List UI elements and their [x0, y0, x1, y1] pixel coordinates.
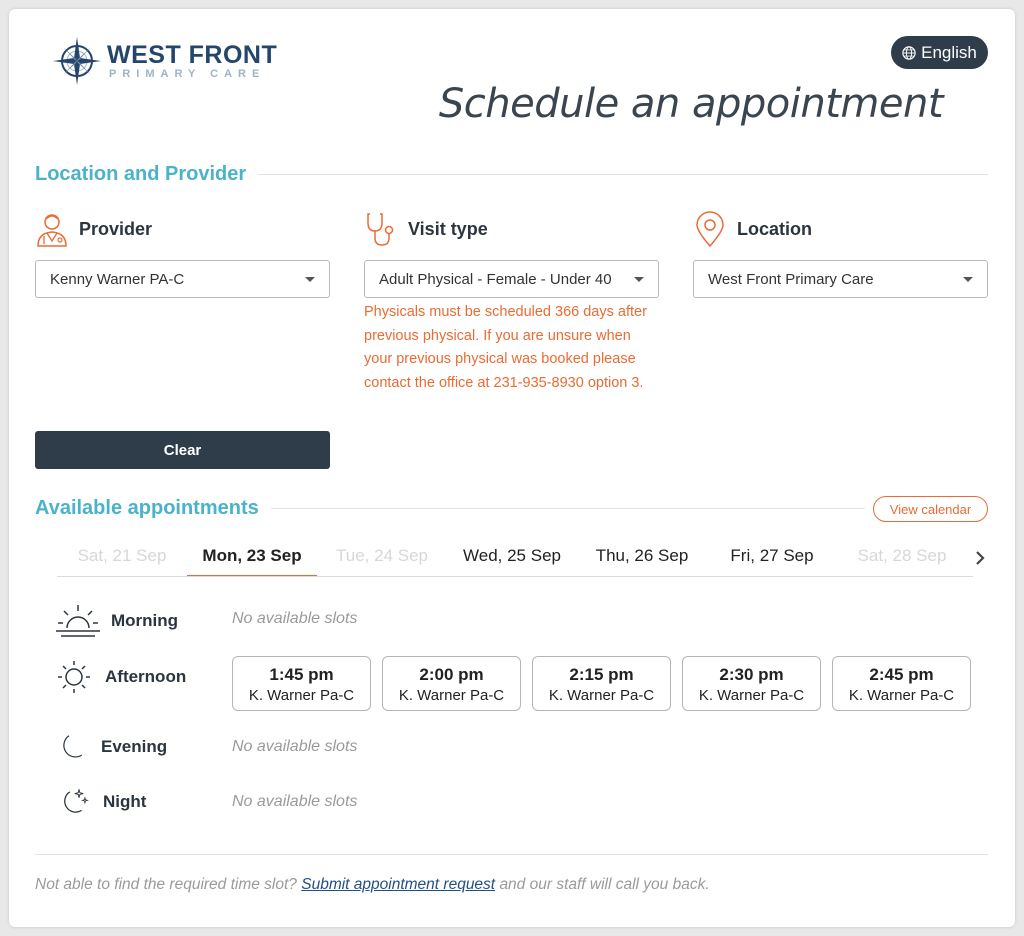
provider-select[interactable]: Kenny Warner PA-C	[35, 260, 330, 298]
day-tab[interactable]: Thu, 26 Sep	[577, 539, 707, 577]
compass-rose-icon	[53, 37, 101, 85]
globe-icon	[902, 45, 916, 60]
day-tab[interactable]: Fri, 27 Sep	[707, 539, 837, 577]
slot-time: 2:15 pm	[569, 665, 634, 684]
day-tab: Tue, 24 Sep	[336, 546, 428, 565]
slot-provider: K. Warner Pa-C	[248, 687, 355, 704]
divider	[35, 854, 988, 855]
time-slot-button[interactable]: 2:15 pm K. Warner Pa-C	[532, 656, 671, 711]
provider-value: Kenny Warner PA-C	[50, 270, 185, 288]
evening-row: Evening	[53, 727, 167, 767]
section-title: Available appointments	[35, 497, 259, 519]
period-label: Night	[103, 792, 147, 811]
period-label: Evening	[101, 737, 168, 756]
chevron-down-icon	[305, 276, 315, 282]
location-label: Location	[737, 218, 812, 239]
slot-provider: K. Warner Pa-C	[848, 687, 955, 704]
language-label: English	[921, 42, 977, 62]
tabs-divider	[57, 576, 973, 577]
chevron-down-icon	[634, 276, 644, 282]
slot-provider: K. Warner Pa-C	[398, 687, 505, 704]
day-tab[interactable]: Wed, 25 Sep	[447, 539, 577, 577]
period-label: Morning	[111, 611, 179, 630]
visit-type-select[interactable]: Adult Physical - Female - Under 40	[364, 260, 659, 298]
location-provider-header: Location and Provider	[35, 163, 988, 186]
visit-type-label: Visit type	[408, 218, 488, 239]
night-row: Night	[53, 782, 146, 822]
slot-time: 2:45 pm	[869, 665, 934, 684]
day-tabs: Sat, 21 Sep Mon, 23 Sep Tue, 24 Sep Wed,…	[57, 539, 995, 577]
doctor-icon	[37, 214, 67, 247]
period-label: Afternoon	[105, 667, 187, 686]
afternoon-row: Afternoon	[53, 657, 186, 697]
sunrise-icon	[56, 605, 100, 637]
brand-name: WEST FRONT	[107, 41, 278, 69]
moon-stars-icon	[64, 789, 89, 813]
divider	[270, 508, 865, 509]
evening-empty-text: No available slots	[232, 738, 358, 755]
slot-time: 1:45 pm	[269, 665, 334, 684]
location-value: West Front Primary Care	[708, 270, 874, 288]
map-pin-icon	[696, 211, 724, 247]
scheduler-card: WEST FRONT PRIMARY CARE English Schedule…	[9, 9, 1015, 927]
location-field: Location West Front Primary Care	[693, 210, 988, 298]
night-empty-text: No available slots	[232, 793, 358, 810]
time-slot-button[interactable]: 2:45 pm K. Warner Pa-C	[832, 656, 971, 711]
language-button[interactable]: English	[891, 36, 988, 69]
appointments-header: Available appointments	[35, 497, 865, 520]
day-tab[interactable]: Mon, 23 Sep	[187, 539, 317, 577]
slot-provider: K. Warner Pa-C	[548, 687, 655, 704]
day-tab: Sat, 28 Sep	[857, 546, 947, 565]
chevron-down-icon	[963, 276, 973, 282]
moon-icon	[63, 735, 83, 758]
section-title: Location and Provider	[35, 163, 247, 185]
submit-request-link[interactable]: Submit appointment request	[301, 876, 495, 893]
visit-type-field: Visit type Adult Physical - Female - Und…	[364, 210, 659, 395]
provider-field: Provider Kenny Warner PA-C	[35, 210, 330, 298]
footer-note: Not able to find the required time slot?…	[35, 876, 710, 894]
chevron-right-icon[interactable]	[973, 549, 987, 567]
location-select[interactable]: West Front Primary Care	[693, 260, 988, 298]
time-slot-button[interactable]: 2:30 pm K. Warner Pa-C	[682, 656, 821, 711]
divider	[258, 174, 988, 175]
day-tab: Sat, 21 Sep	[77, 546, 167, 565]
slot-time: 2:00 pm	[419, 665, 484, 684]
clear-button[interactable]: Clear	[35, 431, 330, 469]
time-slot-button[interactable]: 1:45 pm K. Warner Pa-C	[232, 656, 371, 711]
brand-logo: WEST FRONT PRIMARY CARE	[53, 35, 277, 87]
morning-empty-text: No available slots	[232, 610, 358, 627]
view-calendar-button[interactable]: View calendar	[873, 496, 988, 522]
visit-type-warning: Physicals must be scheduled 366 days aft…	[364, 304, 647, 391]
provider-label: Provider	[79, 218, 153, 239]
brand-subtitle: PRIMARY CARE	[109, 68, 266, 80]
stethoscope-icon	[367, 213, 394, 246]
visit-type-value: Adult Physical - Female - Under 40	[379, 270, 612, 288]
time-slot-button[interactable]: 2:00 pm K. Warner Pa-C	[382, 656, 521, 711]
page-title: Schedule an appointment	[438, 81, 944, 127]
morning-row: Morning	[53, 601, 178, 641]
footer-suffix: and our staff will call you back.	[499, 876, 710, 893]
slot-provider: K. Warner Pa-C	[698, 687, 805, 704]
sun-icon	[58, 661, 90, 693]
slot-time: 2:30 pm	[719, 665, 784, 684]
footer-prefix: Not able to find the required time slot?	[35, 876, 297, 893]
